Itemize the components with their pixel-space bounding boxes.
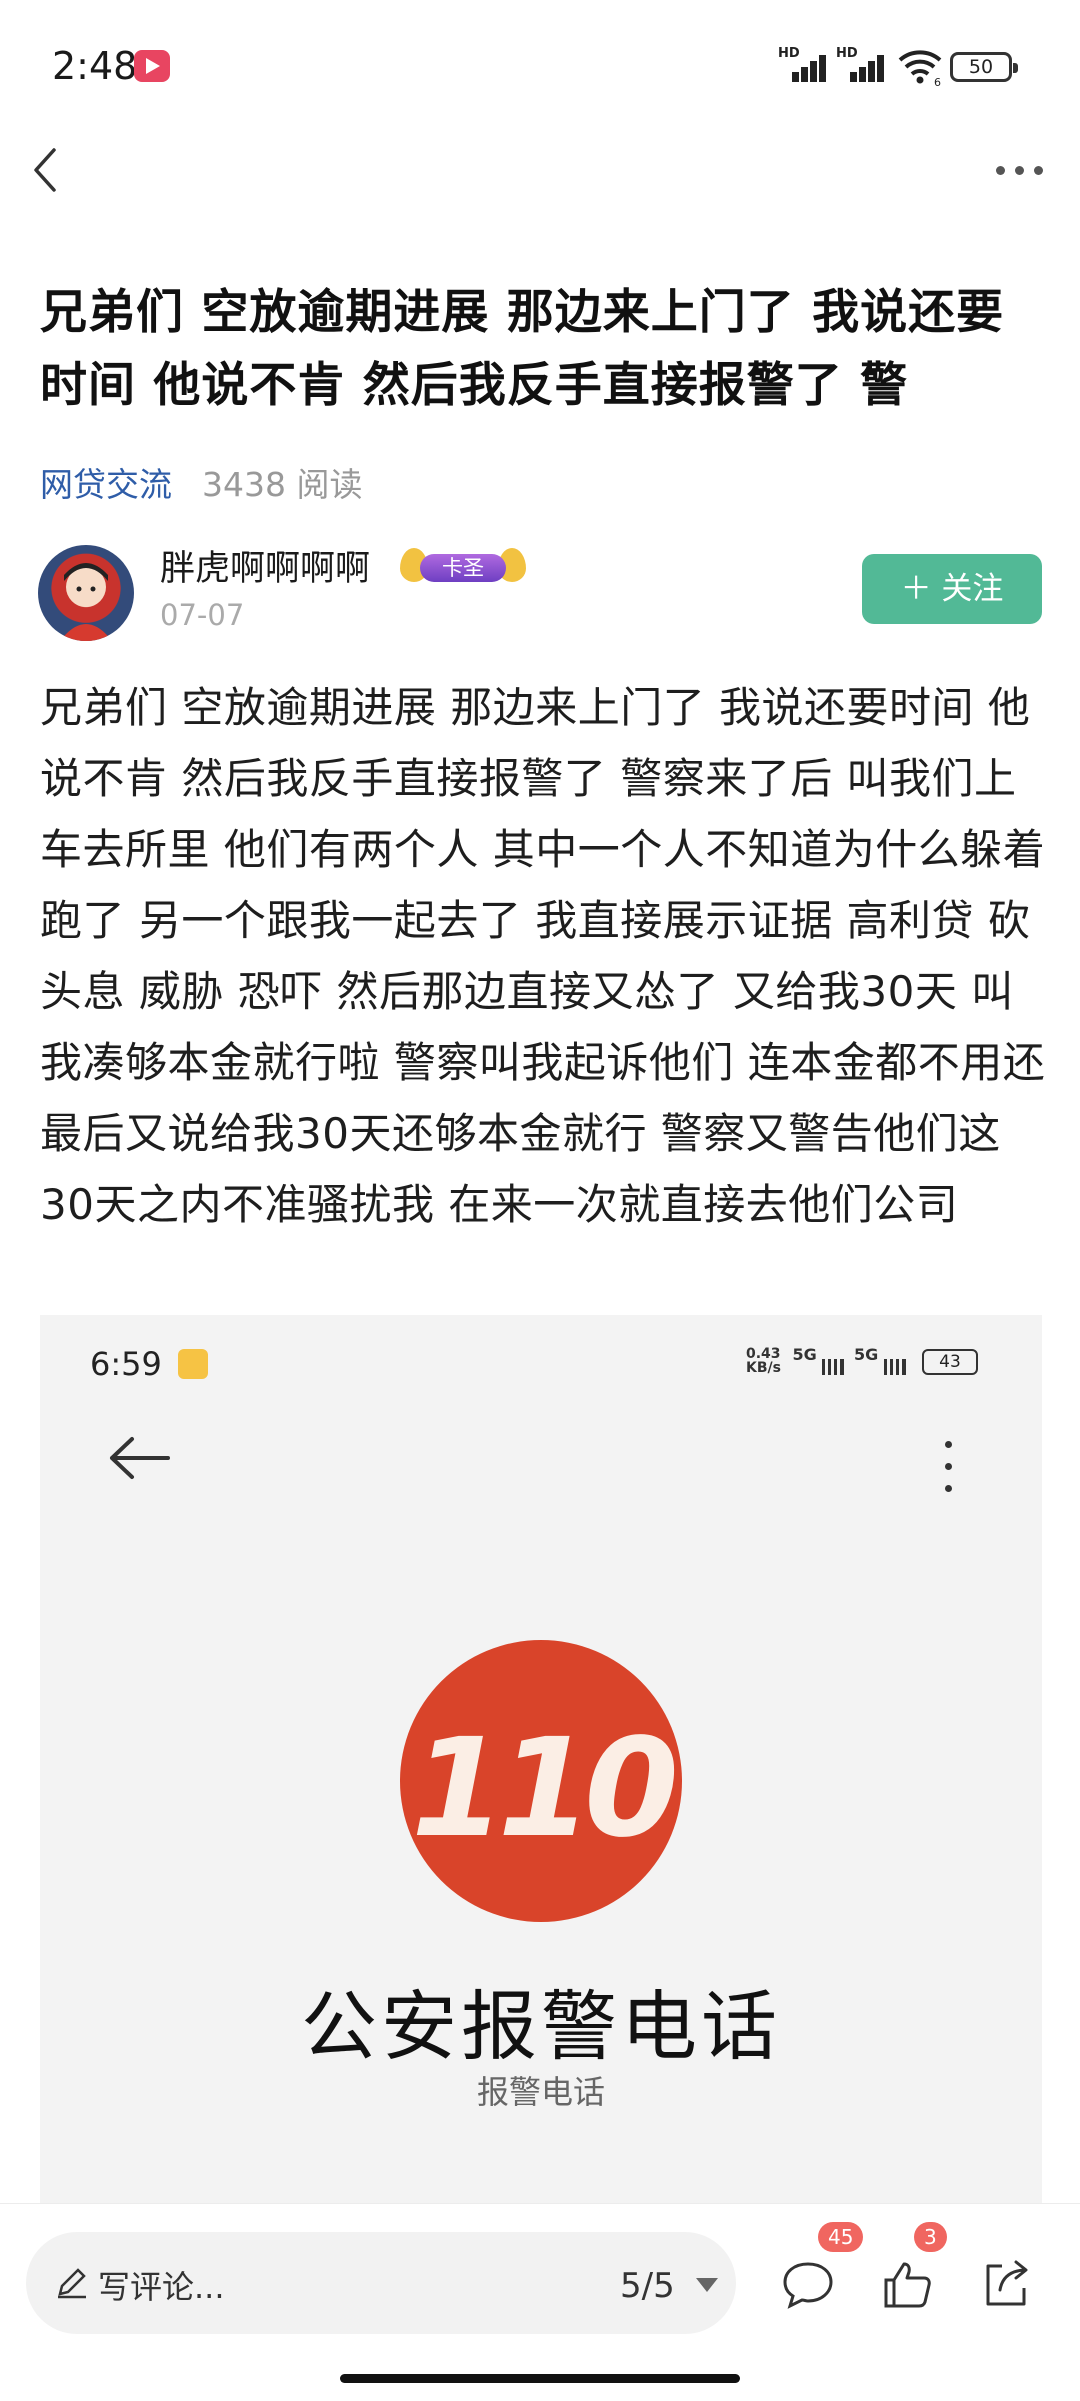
status-time: 2:48: [52, 44, 138, 88]
embedded-time: 6:59: [90, 1345, 162, 1383]
badge-label: 卡圣: [420, 554, 506, 582]
embedded-more-icon: [942, 1441, 954, 1493]
like-count-badge: 3: [914, 2222, 947, 2252]
police-110-logo: 110: [400, 1640, 682, 1922]
bottom-action-bar: 写评论... 5/5 45 3: [0, 2203, 1080, 2401]
note-app-icon: [178, 1349, 208, 1379]
signal-icon-2: HD: [836, 46, 886, 82]
share-icon[interactable]: [980, 2258, 1032, 2310]
pencil-icon: [58, 2268, 86, 2299]
vip-badge: 卡圣: [398, 544, 528, 590]
post-body: 兄弟们 空放逾期进展 那边来上门了 我说还要时间 他说不肯 然后我反手直接报警了…: [40, 683, 1046, 1229]
post-image[interactable]: 6:59 0.43 KB/s 5G 5G 43 110 公安报警电话 报警电话: [40, 1315, 1042, 2205]
logo-number: 110: [411, 1710, 679, 1868]
embedded-net-2: 5G: [853, 1345, 879, 1364]
video-app-icon: [134, 50, 170, 82]
category-link[interactable]: 网贷交流: [40, 458, 172, 506]
embedded-back-arrow-icon: [110, 1437, 170, 1479]
home-indicator: [340, 2374, 740, 2383]
thumbs-up-icon[interactable]: [882, 2258, 934, 2310]
wifi-label: 6: [934, 76, 941, 86]
chevron-down-icon[interactable]: [696, 2278, 718, 2292]
signal-hd-label-2: HD: [836, 46, 858, 61]
comment-placeholder: 写评论...: [98, 2268, 225, 2306]
back-icon[interactable]: [22, 140, 82, 200]
embedded-signal-icon-2: [883, 1359, 906, 1375]
follow-button[interactable]: ＋ 关注: [862, 554, 1042, 624]
image-page-indicator[interactable]: 5/5: [620, 2266, 675, 2306]
embedded-speed: 0.43 KB/s: [746, 1346, 781, 1376]
signal-icon: HD: [778, 46, 828, 82]
embedded-status-icons: 0.43 KB/s 5G 5G: [746, 1347, 906, 1375]
signal-hd-label: HD: [778, 46, 800, 61]
avatar[interactable]: [38, 545, 134, 641]
embedded-battery-icon: 43: [922, 1349, 978, 1375]
author-name[interactable]: 胖虎啊啊啊啊: [160, 540, 370, 591]
post-date: 07-07: [160, 598, 245, 632]
embedded-signal-icon: [822, 1359, 845, 1375]
post-title: 兄弟们 空放逾期进展 那边来上门了 我说还要时间 他说不肯 然后我反手直接报警了…: [40, 285, 1005, 413]
comment-input[interactable]: 写评论... 5/5: [26, 2232, 736, 2334]
embedded-subtitle: 报警电话: [476, 2073, 605, 2111]
battery-icon: 50: [950, 52, 1018, 82]
comment-count-badge: 45: [818, 2222, 864, 2252]
wifi-icon: 6: [898, 50, 942, 86]
embedded-title: 公安报警电话: [301, 1982, 781, 2071]
read-count: 3438 阅读: [202, 465, 363, 504]
embedded-net-1: 5G: [792, 1345, 817, 1364]
comment-icon[interactable]: [780, 2258, 836, 2310]
more-options-icon[interactable]: [990, 150, 1050, 190]
status-bar: 2:48 HD HD 6 50: [0, 0, 1080, 130]
